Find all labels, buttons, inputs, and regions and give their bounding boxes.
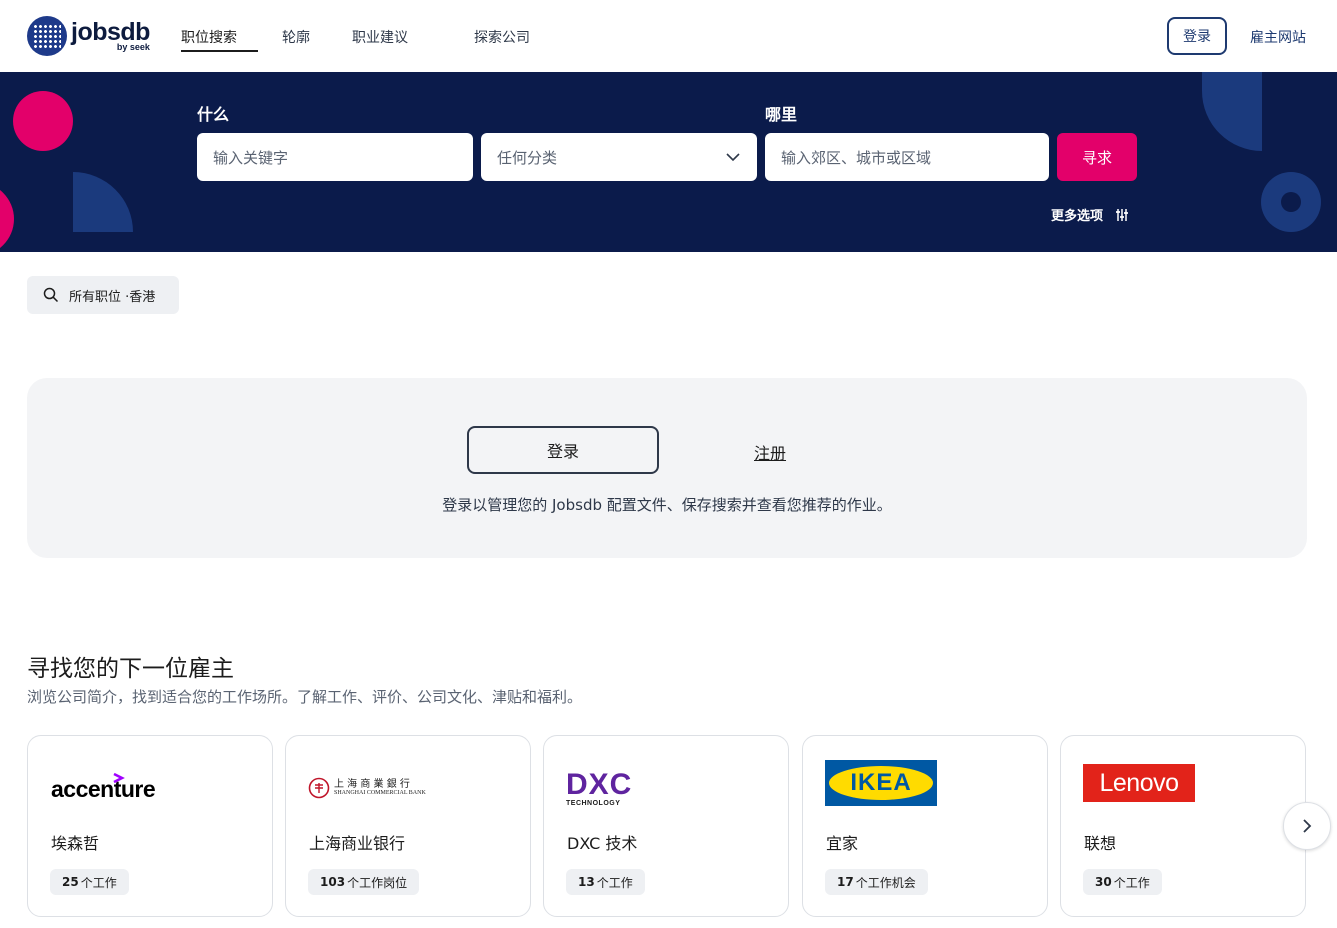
job-count: 17: [837, 875, 854, 889]
search-button[interactable]: 寻求: [1057, 133, 1137, 181]
company-card[interactable]: accenture 埃森哲 25 个工作: [27, 735, 273, 917]
category-select[interactable]: 任何分类: [481, 133, 757, 181]
section-title: 寻找您的下一位雇主: [27, 656, 234, 682]
job-count: 30: [1095, 875, 1112, 889]
job-count-badge: 103 个工作岗位: [308, 869, 420, 895]
job-count: 13: [578, 875, 595, 889]
dxc-logo-text: DXC: [566, 767, 633, 801]
decor-circle-shape: [0, 182, 14, 252]
accenture-logo-text: accenture: [51, 776, 156, 802]
more-options-toggle[interactable]: 更多选项: [1051, 205, 1129, 224]
login-prompt-message: 登录以管理您的 Jobsdb 配置文件、保存搜索并查看您推荐的作业。: [442, 496, 892, 514]
nav-profile[interactable]: 轮廓: [282, 27, 310, 47]
job-count-suffix: 个工作岗位: [347, 875, 408, 890]
company-name: 埃森哲: [51, 834, 100, 853]
jobsdb-logo[interactable]: jobsdb by seek: [27, 16, 150, 56]
decor-ring-shape: [1261, 172, 1321, 232]
filter-sliders-icon: [1116, 208, 1129, 221]
chevron-right-icon: [1303, 819, 1312, 833]
chevron-down-icon: [726, 153, 740, 162]
job-count-badge: 13 个工作: [566, 869, 645, 895]
company-name: 联想: [1084, 834, 1117, 853]
nav-job-search[interactable]: 职位搜索: [181, 27, 237, 47]
category-value: 任何分类: [497, 148, 558, 167]
location-placeholder: 输入郊区、城市或区域: [781, 148, 932, 167]
job-count: 25: [62, 875, 79, 889]
recent-search-text: 所有职位 ·香港: [69, 289, 156, 305]
nav-career-advice[interactable]: 职业建议: [352, 27, 408, 47]
company-card[interactable]: IKEA 宜家 17 个工作机会: [802, 735, 1048, 917]
company-name: 宜家: [826, 834, 859, 853]
job-count-badge: 17 个工作机会: [825, 869, 928, 895]
login-prompt-panel: 登录 注册 登录以管理您的 Jobsdb 配置文件、保存搜索并查看您推荐的作业。: [27, 378, 1307, 558]
bank-logo-text: 上 海 商 業 銀 行: [334, 779, 410, 791]
what-label: 什么: [197, 105, 230, 124]
bank-logo-subtext: SHANGHAI COMMERCIAL BANK: [334, 790, 426, 797]
decor-quarter-shape: [73, 172, 133, 232]
lenovo-logo-text: Lenovo: [1099, 768, 1179, 797]
job-count-suffix: 个工作: [80, 875, 117, 890]
job-count-suffix: 个工作机会: [855, 875, 916, 890]
carousel-next-button[interactable]: [1283, 802, 1331, 850]
keyword-placeholder: 输入关键字: [213, 148, 289, 167]
keyword-input[interactable]: 输入关键字: [197, 133, 473, 181]
more-options-label: 更多选项: [1051, 209, 1104, 224]
company-card[interactable]: DXC TECHNOLOGY DXC 技术 13 个工作: [543, 735, 789, 917]
ikea-logo-text: IKEA: [850, 769, 912, 796]
where-label: 哪里: [765, 105, 798, 124]
dxc-logo-subtext: TECHNOLOGY: [566, 799, 621, 807]
shanghai-commercial-bank-logo: 上 海 商 業 銀 行 SHANGHAI COMMERCIAL BANK: [308, 766, 426, 810]
section-subtitle: 浏览公司简介，找到适合您的工作场所。了解工作、评价、公司文化、津贴和福利。: [27, 688, 583, 706]
nav-explore-companies[interactable]: 探索公司: [474, 27, 530, 47]
top-navigation-bar: jobsdb by seek 职位搜索 轮廓 职业建议 探索公司 登录 雇主网站: [0, 0, 1337, 72]
job-count-suffix: 个工作: [596, 875, 633, 890]
job-count-badge: 30 个工作: [1083, 869, 1162, 895]
job-count: 103: [320, 875, 346, 889]
decor-circle-shape: [13, 91, 73, 151]
employer-site-link[interactable]: 雇主网站: [1250, 27, 1306, 47]
company-name: DXC 技术: [567, 834, 638, 853]
company-name: 上海商业银行: [309, 834, 406, 853]
company-card[interactable]: 上 海 商 業 銀 行 SHANGHAI COMMERCIAL BANK 上海商…: [285, 735, 531, 917]
job-count-suffix: 个工作: [1113, 875, 1150, 890]
header-login-button[interactable]: 登录: [1167, 17, 1227, 55]
ikea-logo: IKEA: [825, 760, 937, 806]
register-link[interactable]: 注册: [754, 440, 786, 464]
recent-search-chip[interactable]: 所有职位 ·香港: [27, 276, 179, 314]
accenture-logo: accenture: [50, 768, 170, 812]
lenovo-logo: Lenovo: [1083, 764, 1195, 802]
logo-mark-icon: [27, 16, 67, 56]
nav-active-indicator: [181, 50, 258, 52]
bank-seal-icon: [308, 777, 330, 799]
search-icon: [43, 287, 59, 303]
location-input[interactable]: 输入郊区、城市或区域: [765, 133, 1049, 181]
decor-quarter-shape: [1202, 72, 1262, 151]
company-card[interactable]: Lenovo 联想 30 个工作: [1060, 735, 1306, 917]
dxc-logo: DXC TECHNOLOGY: [566, 766, 632, 810]
panel-login-button[interactable]: 登录: [467, 426, 659, 474]
job-count-badge: 25 个工作: [50, 869, 129, 895]
search-hero: 什么 哪里 输入关键字 任何分类 输入郊区、城市或区域 寻求 更多选项: [0, 72, 1337, 252]
